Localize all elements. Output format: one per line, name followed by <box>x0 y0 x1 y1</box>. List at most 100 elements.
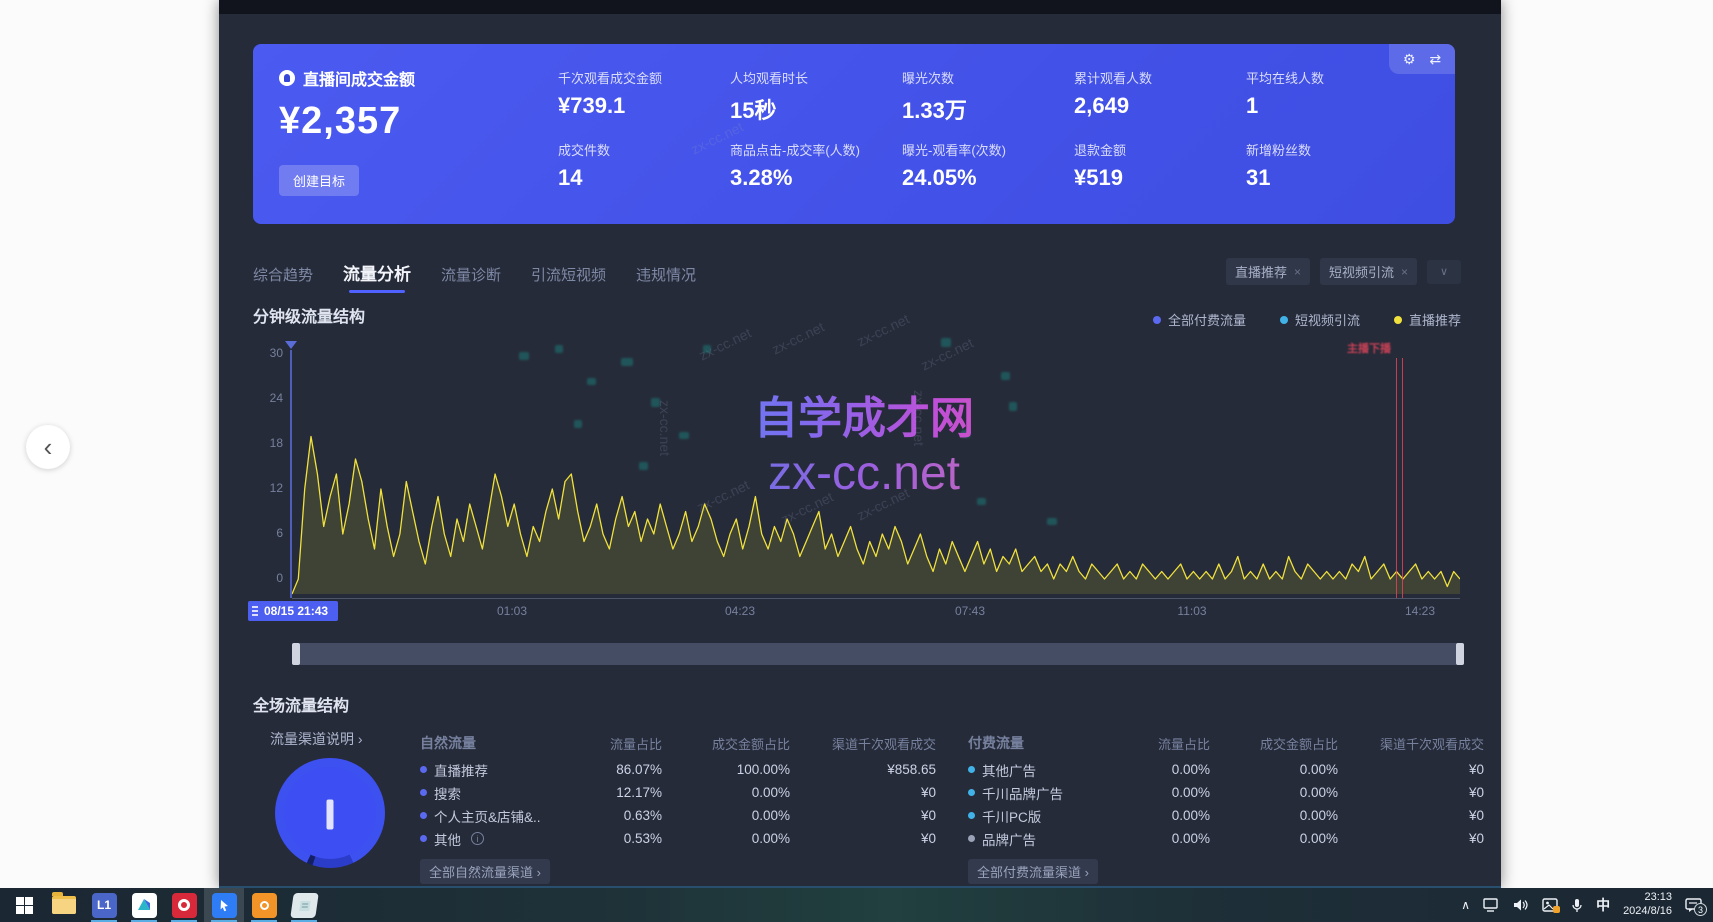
table-row[interactable]: 其他i 0.53% 0.00% ¥0 <box>420 827 936 850</box>
legend-item-short-video[interactable]: 短视频引流 <box>1280 310 1360 329</box>
swap-icon[interactable]: ⇄ <box>1429 51 1441 68</box>
legend-item-paid[interactable]: 全部付费流量 <box>1153 310 1246 329</box>
artifact-dot <box>703 345 711 353</box>
orange-app-icon <box>252 893 277 918</box>
info-icon[interactable]: i <box>471 832 484 845</box>
taskbar-app-cursor-active[interactable] <box>204 888 244 922</box>
x-axis-tick-start[interactable]: 08/15 21:43 <box>248 601 338 621</box>
page-background: ‹ ⚙ ⇄ 直播间成交金额 ¥2,357 创建目标 千次观看成交金额 ¥739.… <box>0 0 1713 922</box>
artifact-dot <box>587 378 596 385</box>
metric-column: 千次观看成交金额 ¥739.1 成交件数 14 <box>558 44 726 224</box>
taskbar-app-teal[interactable] <box>124 888 164 922</box>
time-range-slider[interactable] <box>292 643 1464 665</box>
table-row[interactable]: 千川PC版 0.00% 0.00% ¥0 <box>968 804 1484 827</box>
create-goal-button[interactable]: 创建目标 <box>279 165 359 196</box>
taskbar-app-red[interactable] <box>164 888 204 922</box>
all-paid-channels-link[interactable]: 全部付费流量渠道 › <box>968 859 1098 884</box>
metric-value: ¥739.1 <box>558 93 662 119</box>
slider-handle-right[interactable] <box>1456 643 1464 665</box>
clock-date: 2024/8/16 <box>1623 905 1672 919</box>
artifact-dot <box>651 398 660 407</box>
close-icon[interactable]: × <box>1294 265 1301 279</box>
filter-tag-short-video[interactable]: 短视频引流 × <box>1320 258 1417 285</box>
x-axis-tick: 04:23 <box>725 604 755 618</box>
taskbar-app-orange[interactable] <box>244 888 284 922</box>
taskbar-app-l1[interactable]: L1 <box>84 888 124 922</box>
row-dot <box>968 835 975 842</box>
x-axis-tick: 14:23 <box>1405 604 1435 618</box>
tab-short-video[interactable]: 引流短视频 <box>531 264 606 293</box>
tab-violations[interactable]: 违规情况 <box>636 264 696 293</box>
filter-dropdown[interactable]: ∨ <box>1427 260 1461 284</box>
table-row[interactable]: 千川品牌广告 0.00% 0.00% ¥0 <box>968 781 1484 804</box>
metric-label: 累计观看人数 <box>1074 68 1152 87</box>
system-tray: ∧ 中 23:13 2024/8/16 <box>1461 891 1713 919</box>
metric-value: 3.28% <box>730 165 860 191</box>
legend-item-live-recommend[interactable]: 直播推荐 <box>1394 310 1461 329</box>
minute-chart-title: 分钟级流量结构 <box>253 303 365 327</box>
tab-traffic-analysis[interactable]: 流量分析 <box>343 260 411 293</box>
taskbar-file-explorer[interactable] <box>44 888 84 922</box>
tab-overall-trend[interactable]: 综合趋势 <box>253 264 313 293</box>
metric-label: 人均观看时长 <box>730 68 808 87</box>
ime-indicator[interactable]: 中 <box>1596 895 1610 915</box>
analytics-dashboard-window: ⚙ ⇄ 直播间成交金额 ¥2,357 创建目标 千次观看成交金额 ¥739.1 … <box>219 0 1501 888</box>
window-top-strip <box>219 0 1501 14</box>
row-dot <box>420 835 427 842</box>
notification-center-button[interactable]: 3 <box>1685 897 1703 913</box>
artifact-dot <box>639 462 648 470</box>
metric-value: ¥519 <box>1074 165 1126 191</box>
start-button[interactable] <box>4 888 44 922</box>
minute-traffic-chart[interactable] <box>292 352 1460 598</box>
donut-center-label <box>327 800 334 830</box>
stream-end-marker-line <box>1396 358 1397 598</box>
primary-metric-value: ¥2,357 <box>279 100 415 143</box>
pointer-app-icon <box>212 893 237 918</box>
metric-column: 累计观看人数 2,649 退款金额 ¥519 <box>1074 44 1242 224</box>
slider-selection[interactable] <box>300 643 1456 665</box>
y-axis-tick: 30 <box>245 346 283 360</box>
y-axis-tick: 24 <box>245 391 283 405</box>
x-axis-tick: 07:43 <box>955 604 985 618</box>
artifact-dot <box>1009 402 1017 411</box>
artifact-dot <box>574 420 582 428</box>
all-natural-channels-link[interactable]: 全部自然流量渠道 › <box>420 859 550 884</box>
tab-traffic-diagnosis[interactable]: 流量诊断 <box>441 264 501 293</box>
microphone-icon[interactable] <box>1571 898 1583 913</box>
table-header-row: 付费流量 流量占比 成交金额占比 渠道千次观看成交 <box>968 728 1484 758</box>
artifact-dot <box>1001 372 1010 380</box>
red-o-app-icon <box>172 893 197 918</box>
filter-tag-live-recommend[interactable]: 直播推荐 × <box>1226 258 1310 285</box>
table-row[interactable]: 品牌广告 0.00% 0.00% ¥0 <box>968 827 1484 850</box>
row-dot <box>420 766 427 773</box>
close-icon[interactable]: × <box>1401 265 1408 279</box>
metric-value: 15秒 <box>730 93 808 125</box>
table-row[interactable]: 个人主页&店铺&.. 0.63% 0.00% ¥0 <box>420 804 936 827</box>
chart-legend: 全部付费流量 短视频引流 直播推荐 <box>1153 310 1461 329</box>
snip-tool-icon[interactable] <box>1542 898 1558 912</box>
network-icon[interactable] <box>1483 898 1500 912</box>
chevron-left-icon: ‹ <box>44 432 53 463</box>
speaker-icon[interactable] <box>1513 898 1529 912</box>
prev-button[interactable]: ‹ <box>26 425 70 469</box>
taskbar-app-notes[interactable] <box>284 888 324 922</box>
artifact-dot <box>621 358 633 366</box>
artifact-dot <box>961 430 970 438</box>
primary-metric: 直播间成交金额 ¥2,357 创建目标 <box>279 66 415 196</box>
slider-handle-left[interactable] <box>292 643 300 665</box>
metric-label: 曝光次数 <box>902 68 967 87</box>
table-row[interactable]: 搜索 12.17% 0.00% ¥0 <box>420 781 936 804</box>
taskbar-clock[interactable]: 23:13 2024/8/16 <box>1623 891 1672 919</box>
artifact-dot <box>555 345 563 353</box>
y-axis-tick: 12 <box>245 481 283 495</box>
table-row[interactable]: 其他广告 0.00% 0.00% ¥0 <box>968 758 1484 781</box>
tray-expand-chevron-icon[interactable]: ∧ <box>1461 898 1470 912</box>
table-row[interactable]: 直播推荐 86.07% 100.00% ¥858.65 <box>420 758 936 781</box>
primary-metric-label: 直播间成交金额 <box>303 66 415 90</box>
channel-help-link[interactable]: 流量渠道说明 › <box>270 729 363 749</box>
notification-count-badge: 3 <box>1694 903 1707 916</box>
watermark-small: zx-cc.net <box>854 311 911 350</box>
legend-dot <box>1153 316 1161 324</box>
metric-label: 千次观看成交金额 <box>558 68 662 87</box>
y-axis-tick: 0 <box>245 571 283 585</box>
